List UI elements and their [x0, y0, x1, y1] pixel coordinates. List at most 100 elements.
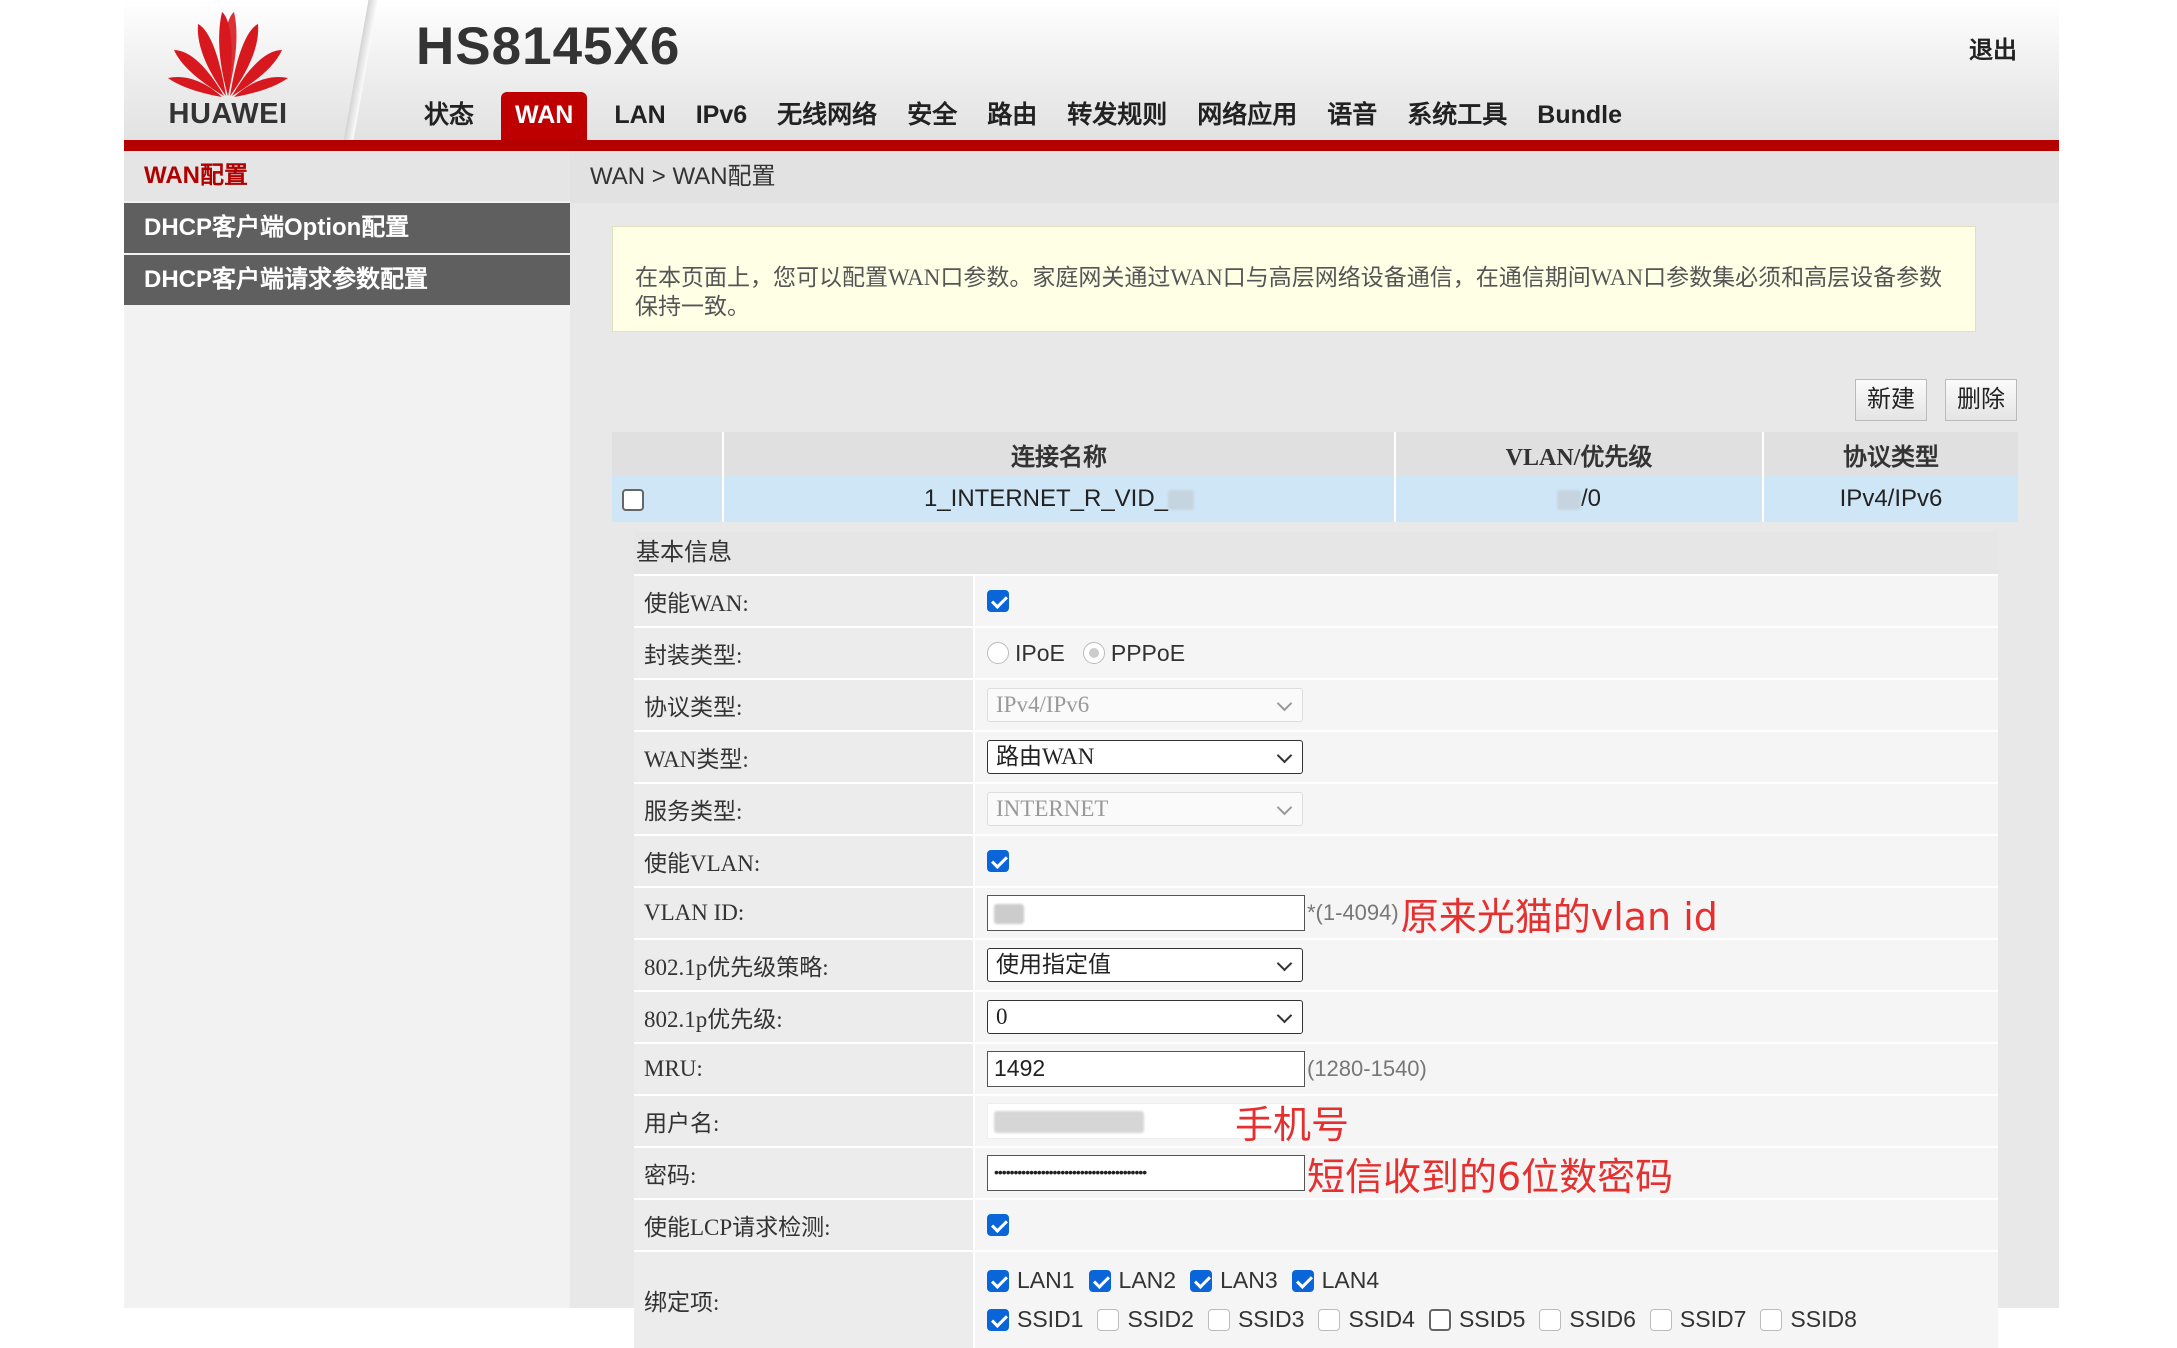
ssid8-checkbox[interactable] — [1760, 1308, 1783, 1331]
priority-policy-select[interactable]: 使用指定值 — [987, 948, 1303, 982]
service-type-cell: INTERNET — [973, 784, 1998, 834]
nav-network-apps[interactable]: 网络应用 — [1182, 92, 1312, 140]
bind-lan1[interactable]: LAN1 — [987, 1267, 1075, 1294]
ipoe-radio[interactable] — [987, 642, 1009, 664]
row-encap: 封装类型: IPoE PPPoE — [634, 626, 1998, 678]
nav-forward-rules[interactable]: 转发规则 — [1052, 92, 1182, 140]
ssid6-checkbox[interactable] — [1539, 1308, 1562, 1331]
ssid5-checkbox[interactable] — [1428, 1308, 1451, 1331]
lan2-checkbox[interactable] — [1088, 1269, 1111, 1292]
ssid6-label: SSID6 — [1569, 1306, 1636, 1332]
vlan-id-range-hint: *(1-4094) — [1307, 900, 1399, 925]
nav-voice[interactable]: 语音 — [1312, 92, 1392, 140]
delete-button[interactable]: 删除 — [1945, 379, 2017, 421]
table-row[interactable]: 1_INTERNET_R_VID_ /0 IPv4/IPv6 — [612, 476, 2018, 522]
bind-ssid5[interactable]: SSID5 — [1428, 1306, 1526, 1333]
lan3-checkbox[interactable] — [1190, 1269, 1213, 1292]
ssid2-checkbox[interactable] — [1097, 1308, 1120, 1331]
router-admin-page: HUAWEI HS8145X6 退出 状态 WAN LAN IPv6 无线网络 … — [124, 0, 2059, 1348]
lan2-label: LAN2 — [1118, 1267, 1177, 1293]
nav-route[interactable]: 路由 — [972, 92, 1052, 140]
encap-pppoe-option[interactable]: PPPoE — [1082, 639, 1186, 667]
priority-policy-label: 802.1p优先级策略: — [634, 940, 973, 990]
lan4-checkbox[interactable] — [1291, 1269, 1314, 1292]
logout-link[interactable]: 退出 — [1969, 30, 2017, 65]
mru-input[interactable]: 1492 — [987, 1051, 1305, 1087]
nav-system-tools[interactable]: 系统工具 — [1392, 92, 1522, 140]
sidebar-item-dhcp-option[interactable]: DHCP客户端Option配置 — [124, 203, 570, 253]
connection-name: 1_INTERNET_R_VID_ — [923, 485, 1169, 512]
breadcrumb-text: WAN > WAN配置 — [590, 163, 776, 190]
bind-ssid2[interactable]: SSID2 — [1097, 1306, 1194, 1333]
username-cell: 手机号 — [973, 1096, 1998, 1147]
ssid3-label: SSID3 — [1237, 1306, 1305, 1332]
row-protocol: 协议类型: IPv4/IPv6 — [634, 678, 1998, 730]
redacted-username — [994, 1110, 1144, 1133]
priority-policy-cell: 使用指定值 — [973, 940, 1998, 990]
vlan-id-input[interactable] — [987, 895, 1305, 931]
nav-wan[interactable]: WAN — [501, 92, 588, 140]
enable-vlan-checkbox[interactable] — [987, 850, 1009, 872]
main-content: 在本页面上，您可以配置WAN口参数。家庭网关通过WAN口与高层网络设备通信，在通… — [570, 203, 2059, 1348]
bind-lan4[interactable]: LAN4 — [1291, 1267, 1379, 1294]
ssid1-checkbox[interactable] — [987, 1308, 1009, 1331]
huawei-logo: HUAWEI — [164, 8, 292, 130]
device-model: HS8145X6 — [416, 17, 681, 76]
ssid4-label: SSID4 — [1348, 1306, 1415, 1332]
bind-ssid3[interactable]: SSID3 — [1207, 1306, 1305, 1333]
sidebar-item-wan-config[interactable]: WAN配置 — [124, 151, 570, 201]
password-input[interactable]: ••••••••••••••••••••••••••••••••••••••• — [987, 1155, 1305, 1191]
row-select-checkbox[interactable] — [622, 488, 644, 511]
header-divider — [339, 0, 379, 140]
row-mru: MRU: 1492 (1280-1540) — [634, 1042, 1998, 1094]
sidebar-item-dhcp-request[interactable]: DHCP客户端请求参数配置 — [124, 255, 570, 305]
vlan-priority-cell: /0 — [1395, 476, 1764, 522]
bind-ssid7[interactable]: SSID7 — [1649, 1306, 1746, 1333]
mru-cell: 1492 (1280-1540) — [973, 1044, 1998, 1094]
pppoe-label: PPPoE — [1110, 639, 1186, 666]
ssid2-label: SSID2 — [1127, 1306, 1194, 1332]
row-enable-wan: 使能WAN: — [634, 574, 1998, 626]
row-priority: 802.1p优先级: 0 — [634, 990, 1998, 1042]
brand-name: HUAWEI — [168, 98, 288, 130]
wan-connection-table: 连接名称 VLAN/优先级 协议类型 1_INTERNET_R_VID_ /0 … — [612, 432, 2018, 522]
bind-ssid8[interactable]: SSID8 — [1760, 1306, 1857, 1333]
pppoe-radio[interactable] — [1082, 642, 1105, 664]
encap-ipoe-option[interactable]: IPoE — [987, 640, 1065, 667]
encap-label: 封装类型: — [634, 628, 973, 678]
nav-ipv6[interactable]: IPv6 — [681, 92, 762, 140]
ssid7-checkbox[interactable] — [1649, 1308, 1672, 1331]
wan-type-select[interactable]: 路由WAN — [987, 740, 1303, 774]
bind-lan2[interactable]: LAN2 — [1088, 1267, 1177, 1294]
enable-wan-cell — [973, 576, 1998, 626]
enable-wan-checkbox[interactable] — [987, 590, 1009, 612]
lcp-cell — [973, 1200, 1998, 1250]
service-type-select: INTERNET — [987, 792, 1303, 826]
new-button[interactable]: 新建 — [1855, 379, 1927, 421]
lan1-checkbox[interactable] — [987, 1269, 1009, 1292]
password-label: 密码: — [634, 1148, 973, 1198]
binding-label: 绑定项: — [634, 1252, 973, 1348]
ssid8-label: SSID8 — [1790, 1306, 1857, 1332]
ssid5-label: SSID5 — [1458, 1306, 1526, 1332]
huawei-petals-icon — [168, 12, 288, 97]
row-username: 用户名: 手机号 — [634, 1094, 1998, 1147]
nav-status[interactable]: 状态 — [409, 92, 489, 140]
bind-ssid6[interactable]: SSID6 — [1539, 1306, 1636, 1333]
page-notice: 在本页面上，您可以配置WAN口参数。家庭网关通过WAN口与高层网络设备通信，在通… — [612, 226, 1976, 332]
row-password: 密码: ••••••••••••••••••••••••••••••••••••… — [634, 1146, 1998, 1199]
ssid4-checkbox[interactable] — [1318, 1308, 1341, 1331]
wan-type-label: WAN类型: — [634, 732, 973, 782]
protocol-select: IPv4/IPv6 — [987, 688, 1303, 722]
bind-ssid4[interactable]: SSID4 — [1318, 1306, 1415, 1333]
nav-lan[interactable]: LAN — [599, 92, 680, 140]
bind-ssid1[interactable]: SSID1 — [987, 1306, 1083, 1333]
nav-security[interactable]: 安全 — [892, 92, 972, 140]
priority-select[interactable]: 0 — [987, 1000, 1303, 1034]
nav-wireless[interactable]: 无线网络 — [762, 92, 892, 140]
nav-bundle[interactable]: Bundle — [1522, 92, 1637, 140]
bind-lan3[interactable]: LAN3 — [1190, 1267, 1278, 1294]
col-protocol: 协议类型 — [1763, 432, 2018, 476]
lcp-checkbox[interactable] — [987, 1214, 1009, 1236]
ssid3-checkbox[interactable] — [1207, 1308, 1230, 1331]
